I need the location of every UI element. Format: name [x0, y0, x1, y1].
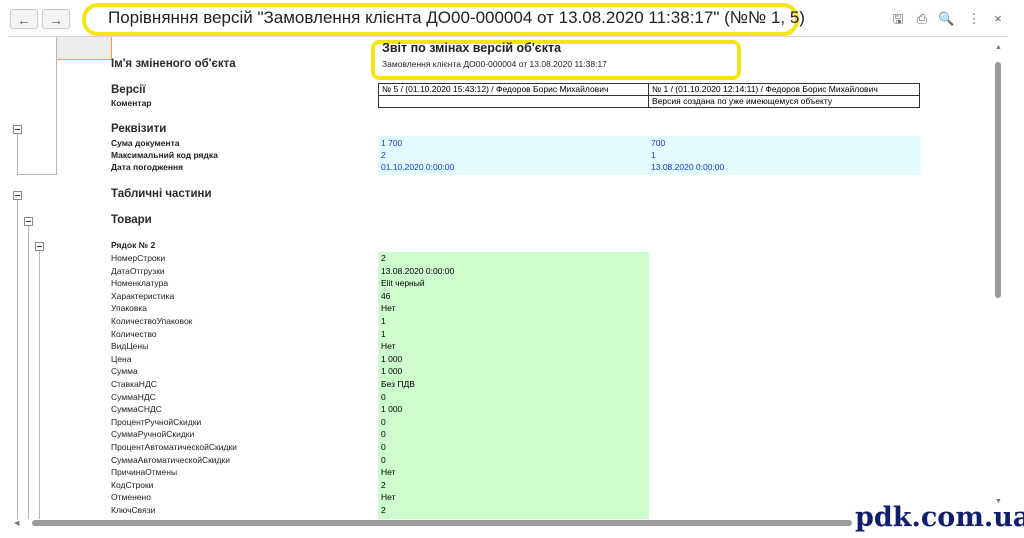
- goods-label: Товари: [111, 214, 152, 226]
- row-field-value: 1 000: [381, 404, 403, 415]
- forward-button[interactable]: →: [42, 9, 70, 29]
- row-field-value: Нет: [381, 492, 396, 503]
- title-bar: ← → Порівняння версій "Замовлення клієнт…: [0, 0, 1024, 36]
- window-title: Порівняння версій "Замовлення клієнта ДО…: [108, 8, 805, 27]
- row-field-name: Упаковка: [111, 303, 148, 314]
- attribute-value-a: 1 700: [381, 138, 403, 148]
- attribute-value-a: 01.10.2020 0:00:00: [381, 162, 455, 172]
- row-field-name: СуммаНДС: [111, 391, 156, 402]
- attribute-name: Дата погодження: [111, 162, 184, 172]
- gutter-line: [56, 37, 57, 175]
- attribute-value-b: 13.08.2020 0:00:00: [651, 162, 725, 172]
- row-field-name: Номенклатура: [111, 278, 169, 289]
- back-button[interactable]: ←: [10, 9, 38, 29]
- print-icon[interactable]: ⎙: [914, 11, 930, 27]
- gutter-line: [28, 226, 29, 519]
- gutter-line: [17, 200, 18, 519]
- object-name-label: Ім'я зміненого об'єкта: [111, 58, 236, 70]
- row-field-value: 0: [381, 416, 386, 427]
- corner-cell: [56, 37, 112, 60]
- site-watermark: pdk.com.ua: [855, 502, 1024, 533]
- row-field-name: СуммаРучнойСкидки: [111, 429, 195, 440]
- more-icon[interactable]: ⋮: [966, 11, 982, 27]
- collapse-toggle-attributes[interactable]: [13, 125, 22, 134]
- collapse-toggle-tables[interactable]: [13, 191, 22, 200]
- changed-attributes-area: [378, 136, 921, 175]
- report-spreadsheet[interactable]: Ім'я зміненого об'єкта Звіт по змінах ве…: [8, 36, 1008, 519]
- comment-label: Коментар: [111, 98, 152, 108]
- row-field-name: СуммаСНДС: [111, 404, 162, 415]
- row-field-name: ПроцентРучнойСкидки: [111, 416, 202, 427]
- row-field-name: ПричинаОтмены: [111, 467, 178, 478]
- row-field-value: Нет: [381, 341, 396, 352]
- comparison-window: ← → Порівняння версій "Замовлення клієнт…: [0, 0, 1024, 538]
- collapse-toggle-goods[interactable]: [24, 217, 33, 226]
- vertical-scroll-thumb[interactable]: [995, 62, 1001, 298]
- report-title: Звіт по змінах версій об'єкта: [382, 41, 562, 55]
- horizontal-scrollbar[interactable]: ◀: [8, 518, 988, 528]
- added-row-area: [378, 252, 649, 519]
- scroll-left-icon[interactable]: ◀: [14, 519, 19, 527]
- comment-a-cell: [378, 95, 649, 108]
- row-field-value: 13.08.2020 0:00:00: [381, 265, 455, 276]
- row-field-name: СуммаАвтоматическойСкидки: [111, 454, 230, 465]
- horizontal-scroll-thumb[interactable]: [32, 520, 852, 526]
- tables-label: Табличні частини: [111, 188, 212, 200]
- attribute-value-b: 1: [651, 150, 656, 160]
- row-field-name: Сумма: [111, 366, 138, 377]
- row-field-name: КоличествоУпаковок: [111, 316, 193, 326]
- gutter-line: [17, 174, 57, 175]
- attribute-value-a: 2: [381, 150, 386, 160]
- row-field-value: 2: [381, 479, 386, 490]
- row-field-value: Нет: [381, 303, 396, 314]
- attributes-label: Реквізити: [111, 123, 167, 135]
- row-field-value: 2: [381, 253, 386, 263]
- report-subtitle: Замовлення клієнта ДО00-000004 от 13.08.…: [382, 59, 607, 69]
- row-field-value: 0: [381, 391, 386, 402]
- row-field-name: Цена: [111, 353, 132, 364]
- arrow-left-icon: ←: [17, 12, 31, 28]
- row-label: Рядок № 2: [111, 240, 156, 250]
- attribute-value-b: 700: [651, 138, 666, 148]
- collapse-toggle-row[interactable]: [35, 242, 44, 251]
- row-field-value: Elit черный: [381, 278, 425, 289]
- attribute-name: Сума документа: [111, 138, 180, 148]
- comment-b-cell: Версия создана по уже имеющемуся объекту: [648, 95, 920, 108]
- save-icon[interactable]: 🖫: [890, 11, 906, 27]
- row-field-name: ДатаОтгрузки: [111, 265, 165, 276]
- gutter-line: [17, 134, 18, 174]
- row-field-name: ВидЦены: [111, 341, 149, 352]
- row-field-value: 0: [381, 454, 386, 465]
- gutter-line: [39, 251, 40, 519]
- row-field-name: Характеристика: [111, 290, 175, 301]
- row-field-value: 1 000: [381, 366, 403, 377]
- row-field-value: 2: [381, 505, 386, 515]
- row-field-name: КодСтроки: [111, 479, 154, 490]
- close-icon[interactable]: ×: [990, 11, 1006, 27]
- row-field-name: КлючСвязи: [111, 505, 156, 515]
- row-field-name: НомерСтроки: [111, 253, 166, 263]
- row-field-value: 1: [381, 316, 386, 326]
- preview-icon[interactable]: 🔍: [938, 11, 954, 27]
- attribute-name: Максимальний код рядка: [111, 150, 218, 160]
- scroll-up-icon[interactable]: ▲: [995, 44, 1002, 51]
- arrow-right-icon: →: [49, 12, 63, 28]
- row-field-value: 1 000: [381, 353, 403, 364]
- row-field-value: 0: [381, 442, 386, 452]
- row-field-value: Нет: [381, 467, 396, 478]
- row-field-value: Без ПДВ: [381, 379, 415, 389]
- row-field-name: Количество: [111, 328, 157, 339]
- vertical-scrollbar[interactable]: ▲ ▼: [993, 36, 1003, 518]
- versions-label: Версії: [111, 84, 146, 96]
- row-field-value: 0: [381, 429, 386, 440]
- row-field-name: Отменено: [111, 492, 151, 503]
- row-field-value: 1: [381, 328, 386, 339]
- row-field-value: 46: [381, 290, 391, 301]
- row-field-name: СтавкаНДС: [111, 379, 157, 389]
- row-field-name: ПроцентАвтоматическойСкидки: [111, 442, 237, 452]
